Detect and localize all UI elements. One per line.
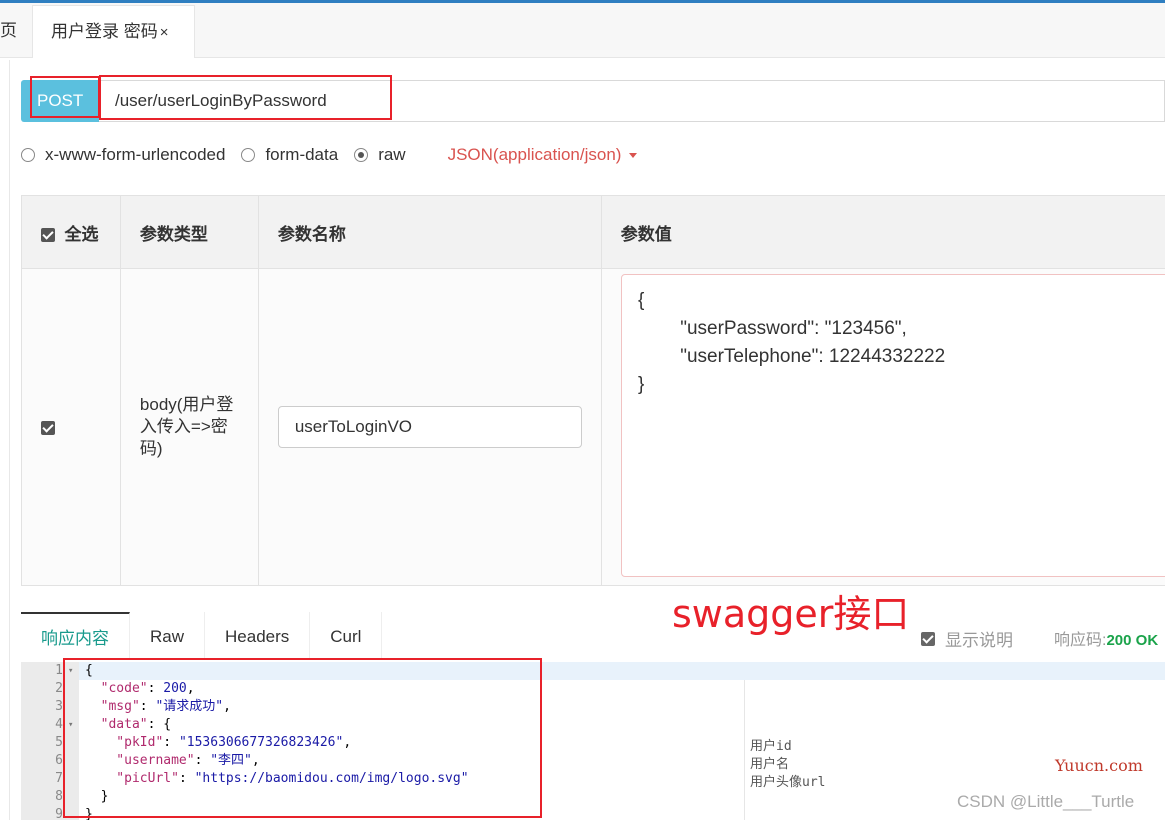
line-number: 1 [55,663,63,678]
tab-user-login-password[interactable]: 用户登录 密码 × [32,5,195,58]
line-number: 8 [55,789,63,804]
highlight-box-response [63,658,542,818]
param-type-line: body(用户登 [139,395,234,414]
response-code: 响应码:200 OK [1054,626,1158,650]
json-line: } [638,374,645,395]
field-description: 用户头像url [750,775,826,790]
watermark-yuucn: Yuucn.com [1055,756,1143,775]
param-value-editor[interactable]: { "userPassword": "123456", "userTelepho… [621,274,1165,577]
json-line: { [638,290,645,311]
response-code-label: 响应码: [1054,632,1107,649]
tab-previous[interactable]: 页 [0,3,17,58]
line-number: 7 [55,771,63,786]
line-number: 5 [55,735,63,750]
param-type-line: 入传入=>密 [139,417,228,436]
caret-down-icon [629,153,638,159]
line-number: 2 [55,681,63,696]
radio-urlencoded[interactable] [21,148,35,162]
param-name-input[interactable]: userToLoginVO [277,406,582,448]
annotation-text: swagger接口 [672,592,910,636]
description-divider [744,680,745,820]
content-type-dropdown[interactable]: JSON(application/json) [448,145,638,165]
line-number: 6 [55,753,63,768]
left-divider [9,60,10,820]
watermark-csdn: CSDN @Little___Turtle [957,792,1135,811]
highlight-box-url [99,75,392,120]
tab-response-content[interactable]: 响应内容 [21,612,130,660]
highlight-box-method [30,76,100,118]
tab-raw[interactable]: Raw [130,612,206,660]
radio-form-data[interactable] [241,148,256,162]
line-number: 4 [55,717,63,732]
tab-headers[interactable]: Headers [205,612,311,660]
radio-raw[interactable] [354,148,369,162]
row-checkbox[interactable] [41,420,55,435]
line-number: 9 [55,807,63,820]
select-all-label: 全选 [64,224,99,244]
json-line: "userPassword": "123456", [638,318,907,339]
tab-curl[interactable]: Curl [310,612,383,660]
field-description: 用户名 [750,757,790,772]
param-type-header: 参数类型 [119,195,259,269]
show-description-toggle[interactable]: 显示说明 [921,626,1013,651]
select-all-header[interactable]: 全选 [21,195,121,269]
radio-label-raw[interactable]: raw [378,145,405,165]
response-code-value: 200 OK [1106,632,1159,649]
field-description: 用户id [750,739,792,754]
tab-label: 用户登录 密码 [51,22,158,41]
radio-label-form-data[interactable]: form-data [265,145,338,165]
param-name-header: 参数名称 [257,195,602,269]
body-type-selector: x-www-form-urlencoded form-data raw JSON… [21,142,638,168]
json-line: "userTelephone": 12244332222 [638,346,946,367]
show-description-checkbox[interactable] [921,631,935,646]
checkbox-select-all[interactable] [41,228,55,243]
line-number: 3 [55,699,63,714]
close-icon[interactable]: × [160,24,169,41]
param-value-header: 参数值 [600,195,1165,269]
radio-label-urlencoded[interactable]: x-www-form-urlencoded [45,145,225,165]
param-name-cell: userToLoginVO [257,268,602,586]
response-tabs: 响应内容 Raw Headers Curl [21,612,383,660]
content-type-label: JSON(application/json) [447,145,622,164]
param-type-cell: body(用户登 入传入=>密 码) [119,268,259,586]
show-description-label: 显示说明 [945,631,1013,650]
param-type-line: 码) [139,439,163,458]
